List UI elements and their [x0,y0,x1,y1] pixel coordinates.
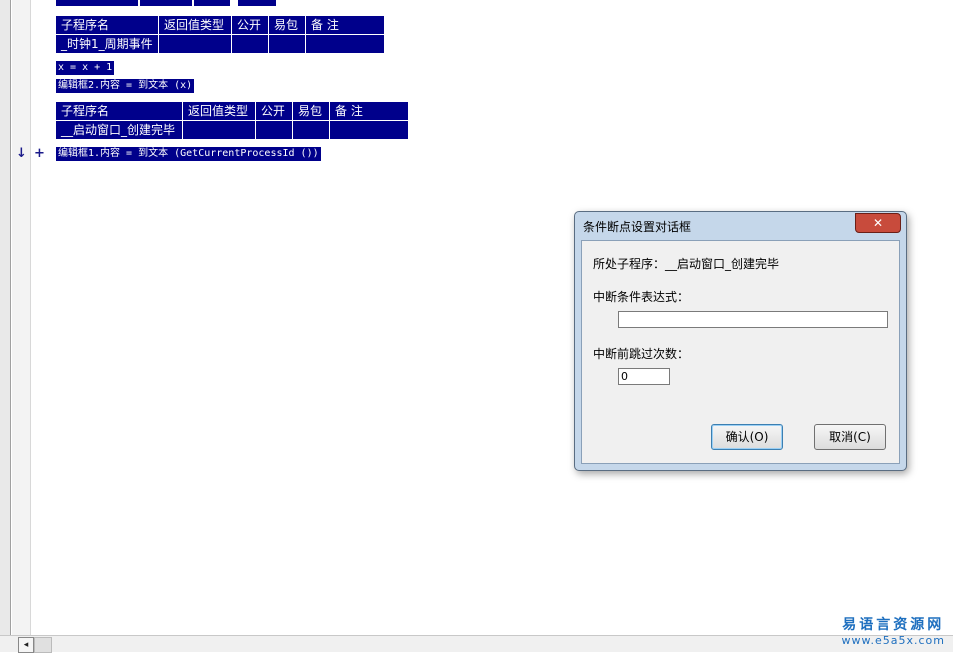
ok-button[interactable]: 确认(O) [711,424,783,450]
watermark-url: www.e5a5x.com [841,634,945,647]
subprogram-label: 所处子程序：__启动窗口_创建完毕 [593,257,780,271]
table-row[interactable]: _时钟1_周期事件 [55,34,385,54]
condition-input[interactable] [618,311,888,328]
expand-plus-icon[interactable]: + [34,146,45,161]
subprogram-name[interactable]: _时钟1_周期事件 [55,34,159,54]
table-header-row: 子程序名 返回值类型 公开 易包 备 注 [55,15,385,35]
table-stub [238,0,276,6]
table-header-row: 子程序名 返回值类型 公开 易包 备 注 [55,101,409,121]
dialog-title: 条件断点设置对话框 [583,220,692,234]
header-cell: 子程序名 [55,101,183,121]
header-cell: 公开 [231,15,269,35]
execution-arrow-icon: ↓ [16,146,27,161]
table-row[interactable]: __启动窗口_创建完毕 [55,120,409,140]
header-cell: 返回值类型 [158,15,232,35]
subprogram-table-1[interactable]: 子程序名 返回值类型 公开 易包 备 注 _时钟1_周期事件 [55,15,385,54]
code-line[interactable]: x = x + 1 [56,61,115,75]
header-cell: 备 注 [305,15,385,35]
header-cell: 子程序名 [55,15,159,35]
dialog-body: 所处子程序：__启动窗口_创建完毕 中断条件表达式： 中断前跳过次数： 0 确认… [581,240,900,464]
table-stub [194,0,230,6]
header-cell: 公开 [255,101,293,121]
subprogram-name[interactable]: __启动窗口_创建完毕 [55,120,183,140]
subprogram-table-2[interactable]: 子程序名 返回值类型 公开 易包 备 注 __启动窗口_创建完毕 [55,101,409,140]
skip-count-input[interactable]: 0 [618,368,670,385]
code-line-current[interactable]: 编辑框1.内容 = 到文本 (GetCurrentProcessId ()) [56,147,321,161]
code-line[interactable]: 编辑框2.内容 = 到文本 (x) [56,79,195,93]
header-cell: 易包 [292,101,330,121]
table-stub [56,0,138,6]
header-cell: 返回值类型 [182,101,256,121]
cancel-button[interactable]: 取消(C) [814,424,886,450]
close-button[interactable]: ✕ [855,213,901,233]
watermark: 易语言资源网 www.e5a5x.com [842,614,945,647]
watermark-title: 易语言资源网 [842,617,945,633]
condition-label: 中断条件表达式： [593,290,690,304]
horizontal-scrollbar[interactable]: ◂ [0,635,953,653]
header-cell: 易包 [268,15,306,35]
table-stub [140,0,192,6]
header-cell: 备 注 [329,101,409,121]
skip-count-label: 中断前跳过次数： [593,347,690,361]
conditional-breakpoint-dialog[interactable]: 条件断点设置对话框 ✕ 所处子程序：__启动窗口_创建完毕 中断条件表达式： 中… [574,211,907,471]
